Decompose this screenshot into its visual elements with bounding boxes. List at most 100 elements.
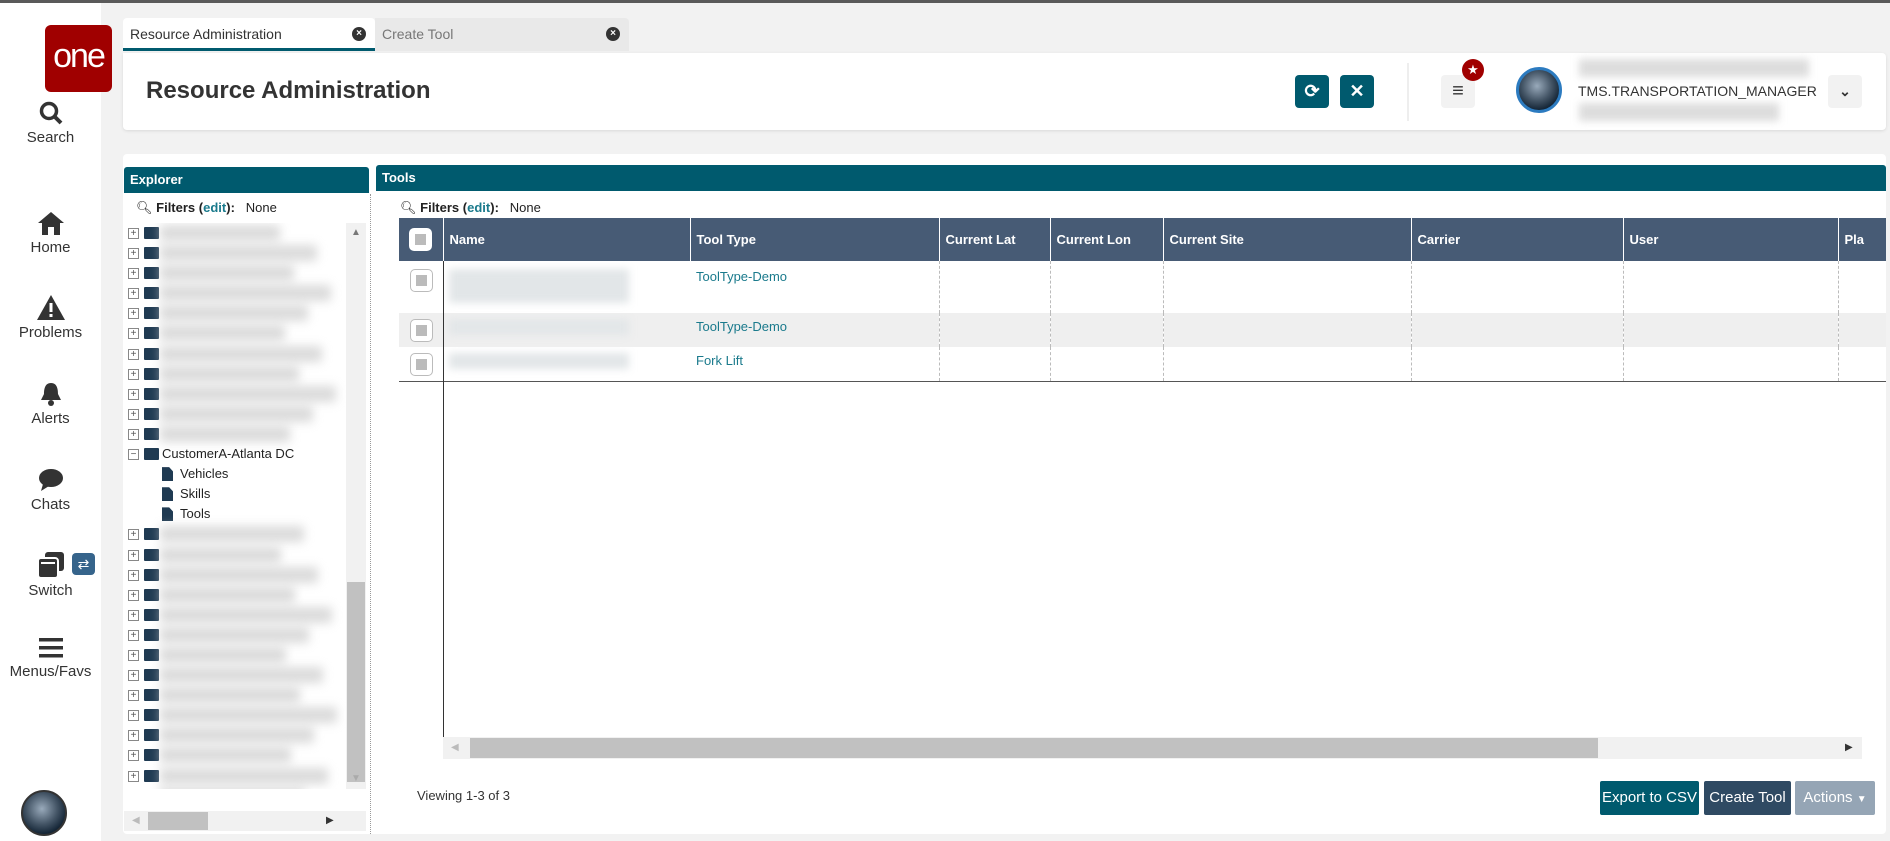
tree-node[interactable]: + (124, 283, 346, 303)
scrollbar-thumb[interactable] (470, 738, 1598, 758)
sidebar-item-chats[interactable]: Chats (0, 467, 101, 513)
select-all-checkbox-cell[interactable] (399, 218, 444, 261)
tree-node[interactable]: + (124, 424, 346, 444)
tree-node[interactable]: + (124, 344, 346, 364)
tree-node[interactable]: + (124, 625, 346, 645)
close-tab-icon[interactable]: × (352, 27, 366, 41)
collapse-icon[interactable]: − (128, 449, 139, 461)
tree-node[interactable]: + (124, 585, 346, 605)
panel-splitter[interactable] (370, 194, 371, 834)
expand-icon[interactable]: + (128, 248, 139, 260)
tool-type-link[interactable]: ToolType-Demo (696, 319, 787, 334)
tree-node[interactable]: + (124, 745, 346, 765)
expand-icon[interactable]: + (128, 368, 139, 380)
scroll-up-icon[interactable]: ▲ (351, 227, 361, 238)
tree-node[interactable]: + (124, 665, 346, 685)
filters-edit-link[interactable]: edit (203, 200, 226, 215)
refresh-button[interactable]: ⟳ (1295, 75, 1329, 108)
export-csv-button[interactable]: Export to CSV (1600, 781, 1699, 815)
table-row[interactable]: ToolType-Demo (399, 313, 1886, 347)
expand-icon[interactable]: + (128, 629, 139, 641)
column-header[interactable]: Carrier (1411, 218, 1624, 261)
sidebar-item-search[interactable]: Search (0, 100, 101, 146)
expand-icon[interactable]: + (128, 308, 139, 320)
tool-type-cell[interactable]: ToolType-Demo (690, 313, 940, 347)
expand-icon[interactable]: + (128, 388, 139, 400)
name-cell[interactable] (443, 347, 690, 381)
column-header[interactable]: Name (443, 218, 691, 261)
explorer-horizontal-scrollbar[interactable]: ◀ ▶ (124, 811, 366, 831)
close-button[interactable]: ✕ (1340, 75, 1374, 108)
sidebar-item-menus-favs[interactable]: Menus/Favs (0, 636, 101, 680)
tool-type-cell[interactable]: Fork Lift (690, 347, 940, 381)
expand-icon[interactable]: + (128, 268, 139, 280)
expand-icon[interactable]: + (128, 750, 139, 762)
row-checkbox-cell[interactable] (399, 347, 443, 381)
column-header[interactable]: Current Lat (939, 218, 1051, 261)
tree-node[interactable]: + (124, 766, 346, 786)
row-checkbox[interactable] (409, 269, 433, 292)
expand-icon[interactable]: + (128, 348, 139, 360)
tool-type-link[interactable]: Fork Lift (696, 353, 743, 368)
row-checkbox-cell[interactable] (399, 313, 443, 347)
select-all-checkbox[interactable] (409, 228, 433, 251)
expand-icon[interactable]: + (128, 670, 139, 682)
tree-node[interactable]: + (124, 364, 346, 384)
tree-node[interactable]: + (124, 725, 346, 745)
tree-node[interactable]: − CustomerA-Atlanta DC (124, 444, 346, 464)
tree-node[interactable]: + (124, 705, 346, 725)
expand-icon[interactable]: + (128, 328, 139, 340)
tree-node[interactable]: + (124, 524, 346, 544)
explorer-vertical-scrollbar[interactable]: ▲ ▼ (346, 223, 366, 789)
tree-leaf[interactable]: Vehicles (124, 464, 346, 484)
table-row[interactable]: Fork Lift (399, 347, 1886, 381)
expand-icon[interactable]: + (128, 649, 139, 661)
expand-icon[interactable]: + (128, 288, 139, 300)
name-cell[interactable] (443, 313, 690, 347)
expand-icon[interactable]: + (128, 569, 139, 581)
tree-leaf[interactable]: Tools (124, 504, 346, 524)
scroll-right-icon[interactable]: ▶ (1845, 742, 1853, 753)
tree-node[interactable]: + (124, 404, 346, 424)
expand-icon[interactable]: + (128, 690, 139, 702)
expand-icon[interactable]: + (128, 428, 139, 440)
tree-node[interactable]: + (124, 605, 346, 625)
tree-node[interactable]: + (124, 384, 346, 404)
expand-icon[interactable]: + (128, 549, 139, 561)
tool-type-link[interactable]: ToolType-Demo (696, 269, 787, 284)
filters-edit-link[interactable]: edit (467, 200, 490, 215)
tree-node[interactable]: + (124, 645, 346, 665)
column-header[interactable]: Pla (1838, 218, 1886, 261)
column-header[interactable]: User (1623, 218, 1839, 261)
scroll-right-icon[interactable]: ▶ (326, 815, 334, 826)
sidebar-item-home[interactable]: Home (0, 210, 101, 256)
scroll-down-icon[interactable]: ▼ (351, 773, 361, 784)
expand-icon[interactable]: + (128, 730, 139, 742)
user-avatar[interactable] (1516, 67, 1562, 113)
scrollbar-thumb[interactable] (148, 812, 208, 830)
app-logo[interactable]: one (45, 25, 112, 92)
create-tool-button[interactable]: Create Tool (1704, 781, 1791, 815)
switch-arrows-icon[interactable]: ⇄ (72, 553, 95, 575)
tree-leaf[interactable]: Skills (124, 484, 346, 504)
tree-node[interactable]: + (124, 565, 346, 585)
row-checkbox-cell[interactable] (399, 261, 443, 313)
expand-icon[interactable]: + (128, 228, 139, 239)
column-header[interactable]: Current Lon (1050, 218, 1164, 261)
user-menu-button[interactable]: ⌄ (1828, 75, 1862, 108)
scrollbar-thumb[interactable] (347, 582, 365, 782)
tool-type-cell[interactable]: ToolType-Demo (690, 261, 940, 313)
tree-node[interactable]: + (124, 223, 346, 243)
row-checkbox[interactable] (409, 319, 433, 342)
grid-horizontal-scrollbar[interactable]: ◀ ▶ (443, 737, 1862, 759)
tree-node[interactable]: + (124, 323, 346, 343)
column-header[interactable]: Tool Type (690, 218, 940, 261)
name-cell[interactable] (443, 261, 690, 313)
actions-button[interactable]: Actions ▼ (1795, 781, 1875, 815)
sidebar-item-problems[interactable]: Problems (0, 294, 101, 341)
tab-create-tool[interactable]: Create Tool × (375, 18, 629, 51)
expand-icon[interactable]: + (128, 529, 139, 541)
column-header[interactable]: Current Site (1163, 218, 1412, 261)
table-row[interactable]: ToolType-Demo (399, 261, 1886, 313)
sidebar-item-alerts[interactable]: Alerts (0, 381, 101, 427)
